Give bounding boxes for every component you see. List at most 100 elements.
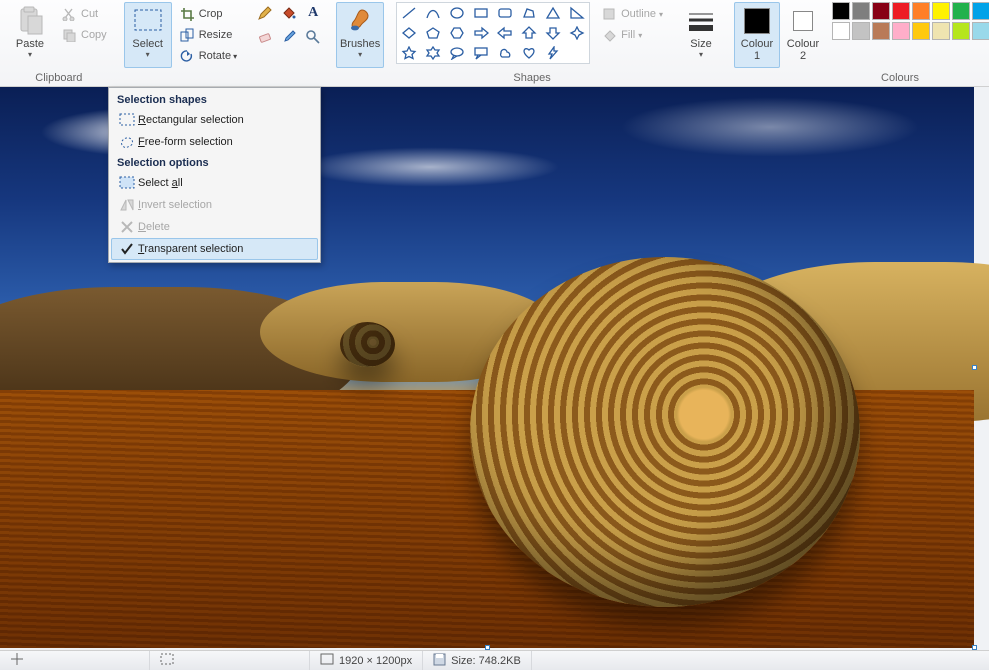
outline-button[interactable]: Outline ▾	[596, 4, 668, 24]
palette-bottom[interactable]	[832, 22, 989, 40]
rotate-button[interactable]: Rotate ▾	[174, 46, 242, 66]
colour2-button[interactable]: Colour 2	[780, 2, 826, 68]
copy-button[interactable]: Copy	[56, 25, 112, 45]
rotate-icon	[179, 48, 195, 64]
colour-swatch[interactable]	[972, 22, 989, 40]
shape-6star[interactable]	[422, 44, 444, 62]
shape-callout-cloud[interactable]	[494, 44, 516, 62]
shape-line[interactable]	[398, 4, 420, 22]
rect-selection-icon	[116, 113, 138, 127]
cut-button[interactable]: Cut	[56, 4, 112, 24]
eraser-tool[interactable]	[254, 26, 276, 48]
shape-oval[interactable]	[446, 4, 468, 22]
dropdown-header-shapes: Selection shapes	[111, 90, 318, 109]
chevron-down-icon: ▾	[659, 10, 663, 19]
colour-swatch[interactable]	[912, 22, 930, 40]
dd-rect-selection[interactable]: Rectangular selection	[111, 109, 318, 131]
shape-heart[interactable]	[518, 44, 540, 62]
colour1-button[interactable]: Colour 1	[734, 2, 780, 68]
colour-swatch[interactable]	[892, 22, 910, 40]
cut-label: Cut	[81, 8, 98, 20]
magnifier-tool[interactable]	[302, 26, 324, 48]
group-brushes: Brushes ▾	[330, 0, 390, 86]
colour2-swatch	[793, 11, 813, 31]
chevron-down-icon: ▾	[358, 50, 362, 59]
copy-label: Copy	[81, 29, 107, 41]
palette-top[interactable]	[832, 2, 989, 20]
shape-diamond[interactable]	[398, 24, 420, 42]
select-button[interactable]: Select ▾	[124, 2, 172, 68]
cursor-pos-icon	[10, 652, 24, 669]
eyedropper-tool[interactable]	[278, 26, 300, 48]
size-icon	[685, 5, 717, 37]
shape-polygon[interactable]	[518, 4, 540, 22]
shape-5star[interactable]	[398, 44, 420, 62]
colour-swatch[interactable]	[932, 2, 950, 20]
shape-callout-rect[interactable]	[470, 44, 492, 62]
colour2-label: Colour 2	[787, 38, 819, 62]
colour-swatch[interactable]	[892, 2, 910, 20]
colour-swatch[interactable]	[872, 22, 890, 40]
chevron-down-icon: ▾	[699, 50, 703, 59]
shape-hexagon[interactable]	[446, 24, 468, 42]
colour-swatch[interactable]	[852, 2, 870, 20]
shape-4star[interactable]	[566, 24, 588, 42]
fill-button[interactable]: Fill ▾	[596, 25, 668, 45]
group-shapes-label: Shapes	[396, 72, 668, 86]
size-label: Size	[690, 38, 711, 50]
scissors-icon	[61, 6, 77, 22]
shape-curve[interactable]	[422, 4, 444, 22]
select-label: Select	[132, 38, 163, 50]
resize-handle-e[interactable]	[972, 365, 977, 370]
shape-arrow-up[interactable]	[518, 24, 540, 42]
paste-icon	[14, 5, 46, 37]
crop-button[interactable]: Crop	[174, 4, 242, 24]
group-clipboard: Paste ▾ Cut Copy Clipboard	[0, 0, 118, 86]
pencil-tool[interactable]	[254, 2, 276, 24]
chevron-down-icon: ▾	[638, 31, 642, 40]
shape-roundrect[interactable]	[494, 4, 516, 22]
group-colours-label: Colours	[734, 72, 989, 86]
disk-icon	[433, 653, 446, 669]
chevron-down-icon: ▾	[233, 52, 237, 61]
dd-free-selection[interactable]: Free-form selection	[111, 131, 318, 153]
selection-size-icon	[160, 653, 174, 668]
resize-icon	[179, 27, 195, 43]
colour-swatch[interactable]	[852, 22, 870, 40]
brushes-button[interactable]: Brushes ▾	[336, 2, 384, 68]
shape-right-triangle[interactable]	[566, 4, 588, 22]
fill-icon	[601, 27, 617, 43]
shape-arrow-down[interactable]	[542, 24, 564, 42]
shapes-gallery[interactable]	[396, 2, 590, 64]
colour-swatch[interactable]	[832, 22, 850, 40]
shape-lightning[interactable]	[542, 44, 564, 62]
paste-button[interactable]: Paste ▾	[6, 2, 54, 68]
size-button[interactable]: Size ▾	[680, 2, 722, 68]
colour-swatch[interactable]	[952, 2, 970, 20]
fill-label: Fill	[621, 29, 635, 41]
resize-button[interactable]: Resize	[174, 25, 242, 45]
colour-swatch[interactable]	[952, 22, 970, 40]
shape-arrow-right[interactable]	[470, 24, 492, 42]
text-tool[interactable]: A	[302, 2, 324, 24]
dd-transparent[interactable]: Transparent selection	[111, 238, 318, 260]
dd-invert: Invert selection	[111, 194, 318, 216]
dropdown-header-options: Selection options	[111, 153, 318, 172]
fill-tool[interactable]	[278, 2, 300, 24]
shape-arrow-left[interactable]	[494, 24, 516, 42]
dd-select-all[interactable]: Select all	[111, 172, 318, 194]
chevron-down-icon: ▾	[146, 50, 150, 59]
shape-pentagon[interactable]	[422, 24, 444, 42]
colour-swatch[interactable]	[832, 2, 850, 20]
paste-label: Paste	[16, 38, 44, 50]
colour-swatch[interactable]	[972, 2, 989, 20]
outline-label: Outline	[621, 8, 656, 20]
colour-swatch[interactable]	[912, 2, 930, 20]
colour-swatch[interactable]	[872, 2, 890, 20]
shape-callout-round[interactable]	[446, 44, 468, 62]
shape-triangle[interactable]	[542, 4, 564, 22]
rotate-label: Rotate	[199, 50, 231, 62]
shape-rect[interactable]	[470, 4, 492, 22]
colour-swatch[interactable]	[932, 22, 950, 40]
group-clipboard-label: Clipboard	[6, 72, 112, 86]
